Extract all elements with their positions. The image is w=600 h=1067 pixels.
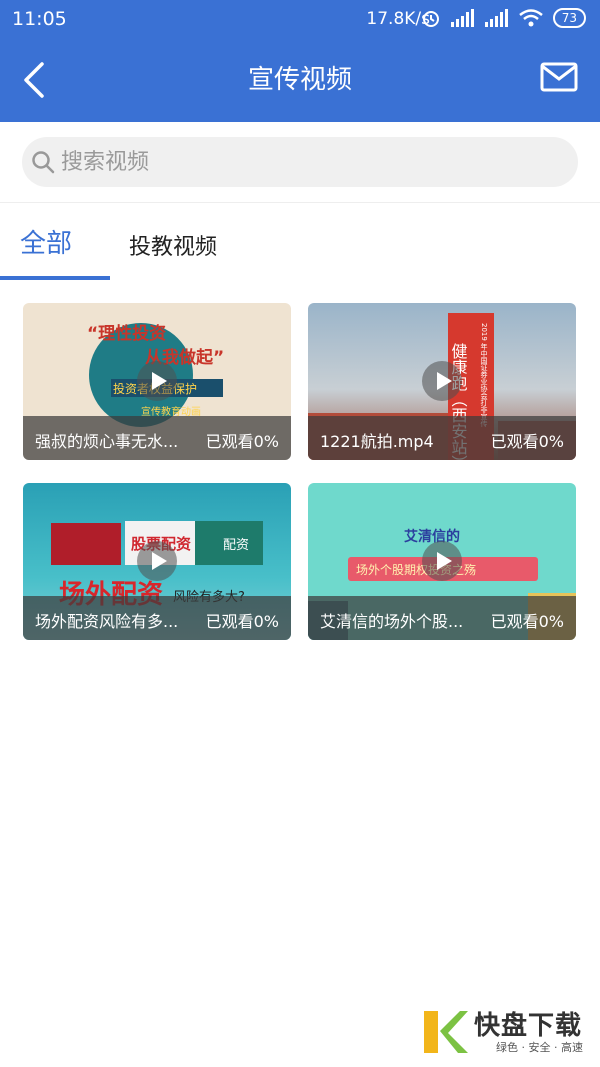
status-bar: 11:05 17.8K/s 73 (0, 0, 600, 38)
wifi-icon (518, 9, 543, 27)
k-logo-icon (424, 1011, 468, 1053)
signal-icon (450, 9, 474, 27)
status-time: 11:05 (12, 8, 67, 30)
page-title: 宣传视频 (247, 65, 352, 95)
message-button[interactable] (540, 62, 580, 98)
video-card[interactable]: 健康跑（西安站） 2019 年中国证券业协会打非宣传 1221航拍.mp4 已观… (308, 303, 576, 460)
thumb-text: “理性投资 (87, 323, 166, 344)
video-caption: 场外配资风险有多... 已观看0% (23, 596, 291, 640)
watch-progress: 已观看0% (490, 612, 564, 631)
signal-icon-2 (484, 9, 508, 27)
watermark-name: 快盘下载 (474, 1011, 583, 1041)
tab-all[interactable]: 全部 (20, 223, 72, 260)
watermark: 快盘下载 绿色 · 安全 · 高速 (420, 1003, 590, 1059)
tab-active-indicator (0, 276, 110, 280)
tab-bar: 全部 投教视频 (0, 203, 600, 280)
play-icon[interactable] (137, 541, 177, 581)
thumb-text: 2019 年中国证券业协会打非宣传 (480, 323, 488, 428)
video-card[interactable]: 艾清信的 场外个股期权投资之殇 艾清信的场外个股... 已观看0% (308, 483, 576, 640)
status-icons: 73 (421, 8, 586, 28)
video-caption: 强叔的烦心事无水... 已观看0% (23, 416, 291, 460)
video-title: 场外配资风险有多... (35, 612, 179, 631)
alarm-icon (422, 11, 439, 27)
search-input[interactable] (59, 148, 543, 176)
video-card[interactable]: “理性投资 从我做起” 投资者权益保护 宣传教育动画 强叔的烦心事无水... 已… (23, 303, 291, 460)
nav-bar: 宣传视频 (0, 38, 600, 122)
mail-icon (540, 62, 578, 92)
watch-progress: 已观看0% (205, 432, 279, 451)
play-icon[interactable] (137, 361, 177, 401)
play-icon[interactable] (422, 541, 462, 581)
battery-indicator: 73 (552, 8, 586, 28)
tab-education-videos[interactable]: 投教视频 (129, 229, 217, 261)
video-title: 艾清信的场外个股... (320, 612, 464, 631)
video-caption: 1221航拍.mp4 已观看0% (308, 416, 576, 460)
play-icon[interactable] (422, 361, 462, 401)
search-bar[interactable] (22, 137, 578, 187)
search-icon (32, 151, 55, 174)
watch-progress: 已观看0% (205, 612, 279, 631)
video-title: 强叔的烦心事无水... (35, 432, 179, 451)
thumb-text: 配资 (223, 538, 249, 553)
video-title: 1221航拍.mp4 (320, 432, 434, 451)
video-caption: 艾清信的场外个股... 已观看0% (308, 596, 576, 640)
video-card[interactable]: 股票配资 配资 场外配资 风险有多大? 场外配资风险有多... 已观看0% (23, 483, 291, 640)
watch-progress: 已观看0% (490, 432, 564, 451)
watermark-tagline: 绿色 · 安全 · 高速 (496, 1041, 583, 1054)
app-header: 11:05 17.8K/s 73 宣传视频 (0, 0, 600, 122)
search-section (0, 122, 600, 203)
